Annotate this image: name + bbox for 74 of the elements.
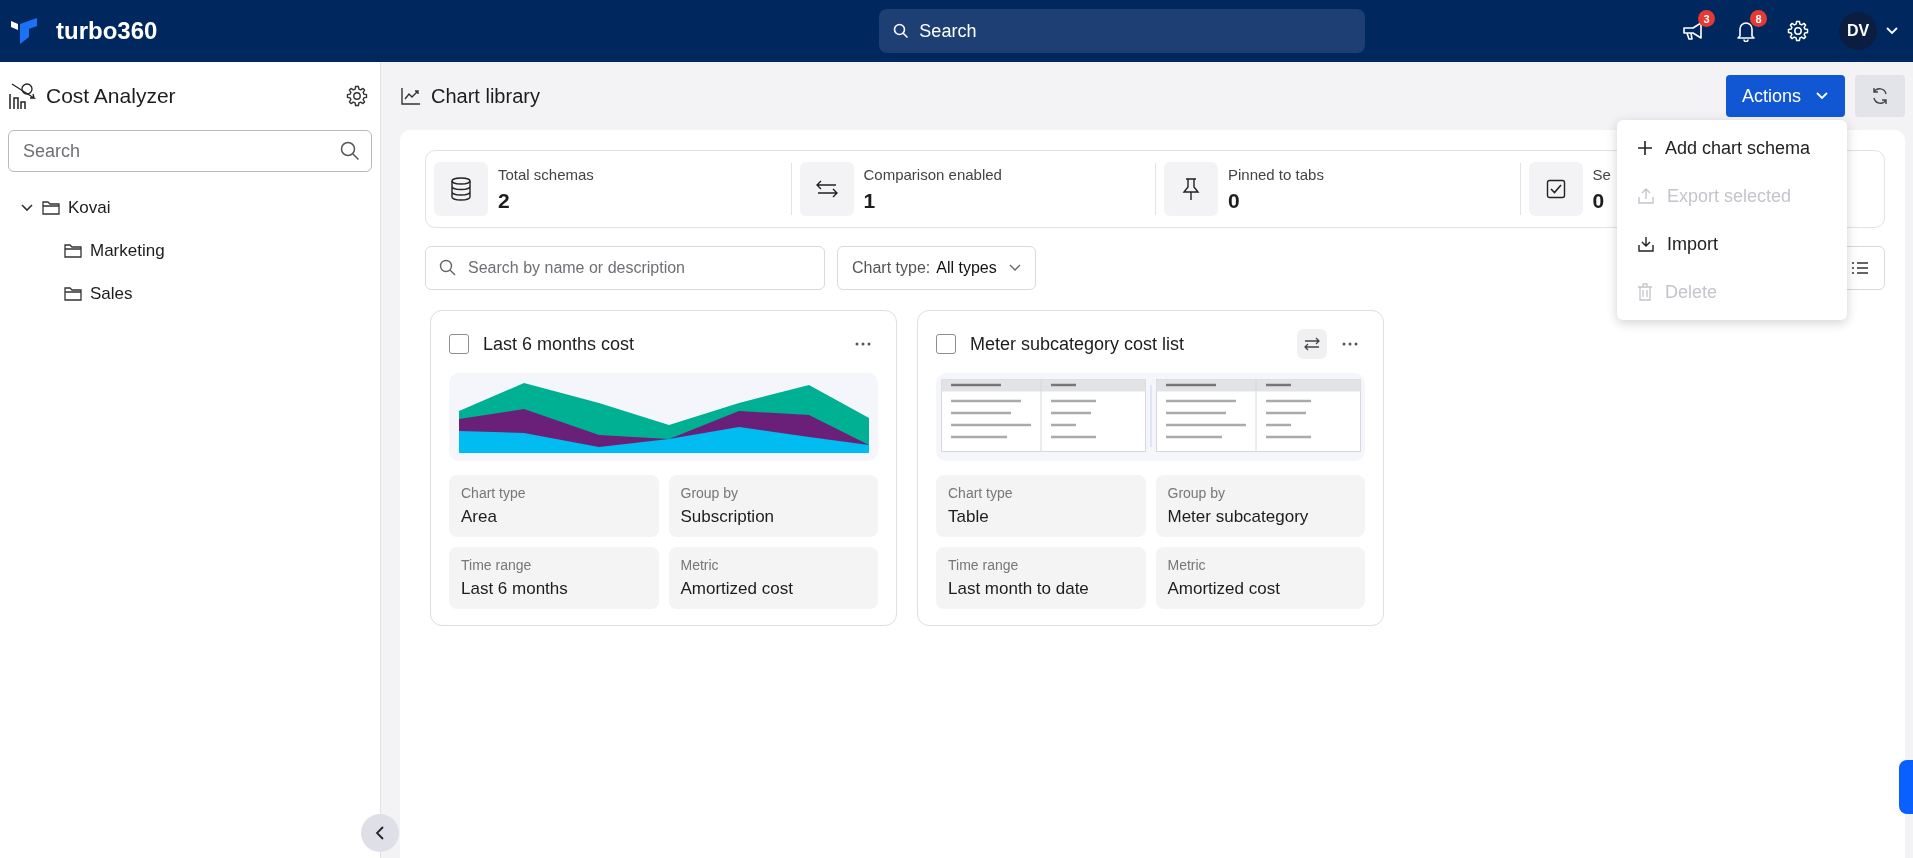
more-icon[interactable]: [1341, 342, 1359, 346]
line-chart-icon: [401, 87, 421, 105]
stat-label: Se: [1592, 165, 1611, 183]
stat-label: Comparison enabled: [863, 165, 1002, 183]
detail-value: Subscription: [680, 507, 776, 527]
trash-icon: [1637, 283, 1653, 301]
search-field[interactable]: Search: [879, 9, 1366, 53]
page-title: Chart library: [431, 84, 540, 108]
chevron-down-icon[interactable]: [1885, 26, 1899, 36]
detail-value: Last month to date: [948, 579, 1090, 599]
list-icon: [1851, 261, 1869, 275]
detail-value: Amortized cost: [1167, 579, 1281, 599]
detail-label: Metric: [680, 557, 720, 573]
refresh-icon: [1870, 86, 1890, 106]
plus-icon: [1637, 140, 1653, 156]
search-icon: [340, 141, 360, 161]
detail-label: Chart type: [948, 485, 1014, 501]
stat-label: Total schemas: [498, 165, 594, 183]
caret-icon: [1008, 264, 1021, 272]
folder-icon: [42, 200, 60, 215]
detail-label: Time range: [461, 557, 533, 573]
upload-icon: [1637, 187, 1655, 205]
download-icon: [1637, 235, 1655, 253]
search-field[interactable]: Search: [8, 130, 372, 172]
detail-label: Group by: [680, 485, 740, 501]
checkbox-icon: [1545, 179, 1566, 199]
refresh-button[interactable]: [1855, 75, 1905, 117]
card-title: Meter subcategory cost list: [970, 333, 1185, 355]
detail-label: Metric: [1167, 557, 1207, 573]
chevron-left-icon: [374, 825, 386, 841]
detail-label: Time range: [948, 557, 1020, 573]
brand-name: turbo360: [56, 17, 158, 45]
caret-icon: [1815, 91, 1829, 101]
detail-value: Last 6 months: [461, 579, 569, 599]
notification-badge: 3: [1698, 10, 1715, 27]
logo-icon: [10, 17, 38, 45]
stat-value: 0: [1592, 188, 1606, 213]
comparison-button[interactable]: [1297, 329, 1327, 359]
tree-item[interactable]: Marketing: [8, 229, 372, 272]
bell-icon[interactable]: [1735, 20, 1757, 42]
detail-value: Area: [461, 507, 498, 527]
stat-value: 0: [1228, 188, 1241, 213]
side-tab[interactable]: [1899, 760, 1913, 814]
folder-icon: [64, 243, 82, 258]
notification-badge: 8: [1750, 10, 1767, 27]
actions-button[interactable]: Actions: [1725, 75, 1845, 117]
detail-label: Group by: [1167, 485, 1227, 501]
swap-arrows-icon: [1303, 337, 1321, 351]
sidebar-title: Cost Analyzer: [46, 84, 176, 108]
settings-icon[interactable]: [346, 85, 368, 107]
tree-item[interactable]: Sales: [8, 272, 372, 315]
chart-type-dropdown[interactable]: Chart type: All types: [837, 246, 1036, 290]
detail-value: Amortized cost: [680, 579, 794, 599]
swap-arrows-icon: [814, 180, 839, 198]
checkbox[interactable]: [936, 334, 956, 354]
menu-item[interactable]: Add chart schema: [1617, 124, 1847, 172]
cost-chart-icon: [8, 82, 38, 110]
detail-value: Meter subcategory: [1167, 507, 1310, 527]
tree-item[interactable]: Kovai: [8, 186, 372, 229]
card-title: Last 6 months cost: [483, 333, 635, 355]
folder-icon: [64, 286, 82, 301]
collapse-button[interactable]: [361, 814, 399, 852]
stat-value: 1: [863, 188, 877, 213]
stat-value: 2: [498, 188, 511, 213]
pin-icon: [1181, 177, 1201, 201]
user-avatar[interactable]: DV: [1839, 12, 1877, 50]
checkbox[interactable]: [449, 334, 469, 354]
detail-value: Table: [948, 507, 990, 527]
menu-item[interactable]: Import: [1617, 220, 1847, 268]
more-icon[interactable]: [854, 342, 872, 346]
stat-label: Pinned to tabs: [1228, 165, 1324, 183]
database-icon: [450, 177, 472, 201]
detail-label: Chart type: [461, 485, 527, 501]
search-field[interactable]: Search by name or description: [425, 246, 825, 290]
